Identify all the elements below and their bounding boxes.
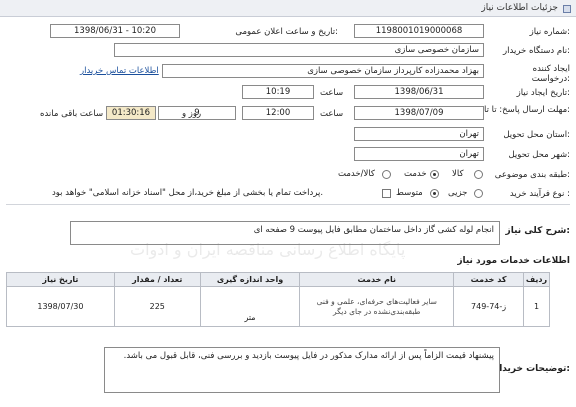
category-option-goods-service: کالا/خدمت (338, 169, 375, 179)
cell-row: 1 (523, 286, 550, 327)
buyer-org-label: نام دستگاه خریدار: (503, 46, 570, 56)
city-label: شهر محل تحویل: (508, 150, 570, 160)
treasury-checkbox[interactable] (382, 189, 391, 198)
col-date: تاریخ نیاز (6, 272, 115, 287)
category-radio-goods[interactable] (474, 170, 483, 179)
province-label: استان محل تحویل: (503, 130, 570, 140)
creator-label: ایجاد کننده درخواست: (531, 64, 570, 84)
deadline-time-field: 12:00 (242, 106, 314, 120)
summary-label: شرح کلی نیاز: (505, 226, 570, 236)
buyer-org-field: سازمان خصوصی سازی (114, 43, 484, 57)
watermark: پایگاه اطلاع رسانی مناقصه ایران و ادوات (130, 240, 406, 259)
remaining-field: 01:30:16 (106, 106, 156, 120)
buyer-notes-label: توضیحات خریدار: (494, 364, 570, 374)
days-label: روز و (182, 109, 202, 119)
category-option-service: خدمت (404, 169, 427, 179)
col-qty: تعداد / مقدار (113, 272, 201, 287)
city-field: تهران (354, 147, 484, 161)
announce-field: 1398/06/31 - 10:20 (50, 24, 180, 38)
category-radio-goods-service[interactable] (382, 170, 391, 179)
created-time-field: 10:19 (242, 85, 314, 99)
created-time-label: ساعت (320, 88, 344, 98)
purchase-option-medium: متوسط (396, 188, 423, 198)
page-header: جزئیات اطلاعات نیاز (0, 0, 576, 17)
col-row: ردیف (523, 272, 550, 287)
need-number-label: شماره نیاز: (529, 27, 570, 37)
created-date-label: تاریخ ایجاد نیاز: (516, 88, 570, 98)
treasury-note: پرداخت تمام یا بخشی از مبلغ خرید،از محل … (52, 188, 324, 198)
category-radio-service[interactable] (430, 170, 439, 179)
category-label: طبقه بندی موضوعی: (494, 170, 570, 180)
col-unit: واحد اندازه گیری (199, 272, 301, 287)
purchase-type-label: نوع فرآیند خرید : (509, 189, 570, 199)
deadline-date-field: 1398/07/09 (354, 106, 484, 120)
need-number-field: 1198001019000068 (354, 24, 484, 38)
collapse-icon[interactable] (563, 5, 571, 13)
remaining-label: ساعت باقی مانده (40, 109, 104, 119)
deadline-time-label: ساعت (320, 109, 344, 119)
cell-qty: 225 (113, 286, 201, 327)
table-row: 1 ز-74-749 سایر فعالیت‌های حرفه‌ای، علمی… (6, 286, 550, 327)
created-date-field: 1398/06/31 (354, 85, 484, 99)
col-name: نام خدمت (299, 272, 455, 287)
buyer-notes-field: پیشنهاد قیمت الزاماً پس از ارائه مدارک م… (104, 347, 500, 393)
purchase-radio-medium[interactable] (430, 189, 439, 198)
creator-field: بهزاد محمدزاده کارپرداز سازمان خصوصی ساز… (162, 64, 484, 78)
divider (6, 204, 570, 205)
page-title: جزئیات اطلاعات نیاز (481, 3, 558, 13)
purchase-radio-minor[interactable] (474, 189, 483, 198)
services-table: ردیف کد خدمت نام خدمت واحد اندازه گیری ت… (6, 272, 550, 327)
province-field: تهران (354, 127, 484, 141)
cell-date: 1398/07/30 (6, 286, 115, 327)
services-title: اطلاعات خدمات مورد نیاز (457, 256, 570, 266)
deadline-label: مهلت ارسال پاسخ: تا تاریخ: (472, 105, 570, 115)
category-option-goods: کالا (452, 169, 464, 179)
col-code: کد خدمت (453, 272, 525, 287)
cell-unit: متر (199, 286, 301, 327)
cell-code: ز-74-749 (453, 286, 525, 327)
cell-name: سایر فعالیت‌های حرفه‌ای، علمی و فنی طبقه… (299, 286, 455, 327)
buyer-contact-link[interactable]: اطلاعات تماس خریدار (80, 66, 159, 76)
purchase-option-minor: جزیی (448, 188, 468, 198)
announce-label: تاریخ و ساعت اعلان عمومی: (235, 27, 338, 37)
